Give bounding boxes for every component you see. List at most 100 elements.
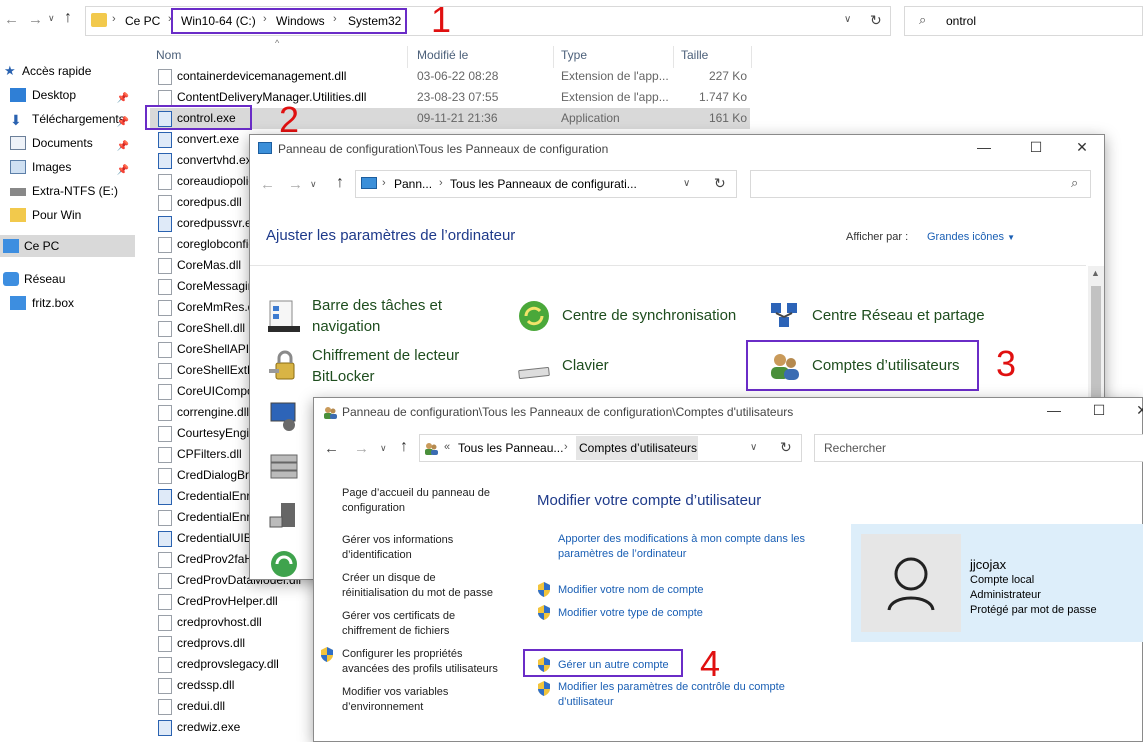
nav-item-telechargements[interactable]: ⬇ Téléchargements 📌 bbox=[0, 108, 135, 130]
cp-address-bar[interactable]: › Pann... › Tous les Panneaux de configu… bbox=[355, 170, 737, 198]
forward-arrow-icon[interactable]: → bbox=[28, 10, 43, 30]
refresh-icon[interactable]: ↻ bbox=[780, 439, 792, 456]
up-arrow-icon[interactable]: ↑ bbox=[400, 438, 408, 456]
address-dropdown-icon[interactable]: ∨ bbox=[844, 14, 851, 25]
link-change-account-type[interactable]: Modifier votre type de compte bbox=[558, 606, 703, 621]
explorer-search-box[interactable]: ⌕ ontrol bbox=[904, 6, 1143, 36]
folder-icon bbox=[91, 13, 107, 27]
minimize-icon[interactable]: — bbox=[1042, 402, 1066, 418]
back-arrow-icon[interactable]: ← bbox=[260, 175, 275, 195]
file-date: 09-11-21 21:36 bbox=[417, 111, 498, 125]
link-control-panel-home[interactable]: Page d’accueil du panneau de configuratio… bbox=[342, 486, 490, 516]
nav-item-fritz-box[interactable]: fritz.box bbox=[0, 292, 135, 314]
dll-file-icon bbox=[158, 174, 172, 190]
user-name: jjcojax bbox=[970, 557, 1007, 572]
nav-item-acces-rapide[interactable]: ★ Accès rapide bbox=[0, 60, 135, 82]
dll-file-icon bbox=[158, 426, 172, 442]
category-taskbar-navigation[interactable]: Barre des tâches et navigation bbox=[312, 295, 442, 337]
nav-item-pour-win[interactable]: Pour Win bbox=[0, 204, 135, 226]
back-arrow-icon[interactable]: ← bbox=[4, 10, 19, 30]
cp2-address-bar[interactable]: « Tous les Panneau... › Comptes d’utilis… bbox=[419, 434, 802, 462]
close-icon[interactable]: ✕ bbox=[1130, 402, 1143, 419]
cp-search-box[interactable]: ⌕ bbox=[750, 170, 1091, 198]
forward-arrow-icon[interactable]: → bbox=[288, 175, 303, 195]
close-icon[interactable]: ✕ bbox=[1070, 139, 1094, 156]
file-name: coredpus.dll bbox=[177, 195, 242, 209]
column-header-size[interactable]: Taille bbox=[681, 48, 708, 62]
link-change-account-name[interactable]: Modifier votre nom de compte bbox=[558, 583, 704, 598]
nav-item-label: Téléchargements bbox=[32, 112, 125, 126]
file-size: 1.747 Ko bbox=[698, 90, 747, 104]
breadcrumb-ce-pc[interactable]: Ce PC bbox=[125, 14, 160, 28]
link-change-in-settings[interactable]: Apporter des modifications à mon compte … bbox=[558, 532, 805, 562]
breadcrumb-tous[interactable]: Tous les Panneaux de configurati... bbox=[450, 177, 637, 191]
dll-file-icon bbox=[158, 552, 172, 568]
link-manage-credentials[interactable]: Gérer vos informations d’identification bbox=[342, 533, 453, 563]
address-dropdown-icon[interactable]: ∨ bbox=[683, 178, 690, 189]
nav-item-documents[interactable]: Documents 📌 bbox=[0, 132, 135, 154]
link-text: paramètres de l’ordinateur bbox=[558, 548, 687, 560]
maximize-icon[interactable]: ☐ bbox=[1024, 139, 1048, 156]
nav-item-label: Pour Win bbox=[32, 208, 82, 222]
column-header-modified[interactable]: Modifié le bbox=[417, 48, 468, 62]
address-dropdown-icon[interactable]: ∨ bbox=[750, 442, 757, 453]
forward-arrow-icon[interactable]: → bbox=[354, 439, 369, 459]
category-network-sharing-center[interactable]: Centre Réseau et partage bbox=[812, 305, 985, 326]
back-arrow-icon[interactable]: ← bbox=[324, 439, 339, 459]
breadcrumb-comptes[interactable]: Comptes d’utilisateurs bbox=[579, 441, 697, 455]
link-file-encryption-certificates[interactable]: Gérer vos certificats de chiffrement de f… bbox=[342, 609, 455, 639]
refresh-icon[interactable]: ↻ bbox=[870, 12, 882, 29]
application-file-icon bbox=[158, 720, 172, 736]
link-environment-variables[interactable]: Modifier vos variables d’environnement bbox=[342, 685, 448, 715]
view-by-value: Grandes icônes bbox=[927, 231, 1005, 243]
dll-file-icon bbox=[158, 363, 172, 379]
file-name: CPFilters.dll bbox=[177, 447, 242, 461]
cp2-search-box[interactable]: Rechercher bbox=[814, 434, 1143, 462]
breadcrumb-separator-icon: › bbox=[112, 13, 116, 25]
category-label: Centre Réseau et partage bbox=[812, 307, 985, 324]
dll-file-icon bbox=[158, 90, 172, 106]
file-name: credprovslegacy.dll bbox=[177, 657, 279, 671]
network-monitor-icon bbox=[267, 399, 301, 433]
minimize-icon[interactable]: — bbox=[972, 139, 996, 155]
refresh-icon[interactable]: ↻ bbox=[714, 175, 726, 192]
recent-chevron-icon[interactable]: ∨ bbox=[310, 179, 317, 190]
file-name: convert.exe bbox=[177, 132, 240, 146]
nav-item-reseau[interactable]: Réseau bbox=[0, 268, 135, 290]
recent-chevron-icon[interactable]: ∨ bbox=[380, 443, 387, 454]
breadcrumb-separator-icon: › bbox=[564, 441, 568, 453]
up-arrow-icon[interactable]: ↑ bbox=[336, 174, 344, 192]
breadcrumb-tous[interactable]: Tous les Panneau... bbox=[458, 441, 563, 455]
dll-file-icon bbox=[158, 384, 172, 400]
download-icon: ⬇ bbox=[10, 112, 22, 128]
uac-shield-icon bbox=[321, 647, 333, 662]
category-sync-center[interactable]: Centre de synchronisation bbox=[562, 305, 736, 326]
column-header-type[interactable]: Type bbox=[561, 48, 587, 62]
scroll-up-icon[interactable]: ▲ bbox=[1091, 268, 1100, 278]
nav-item-ce-pc[interactable]: Ce PC bbox=[0, 235, 135, 257]
column-separator[interactable] bbox=[553, 46, 554, 68]
up-arrow-icon[interactable]: ↑ bbox=[64, 9, 72, 27]
link-password-reset-disk[interactable]: Créer un disque de réinitialisation du mo… bbox=[342, 571, 493, 601]
file-row[interactable]: containerdevicemanagement.dll 03-06-22 08… bbox=[150, 66, 750, 87]
column-separator[interactable] bbox=[751, 46, 752, 68]
category-keyboard[interactable]: Clavier bbox=[562, 355, 609, 376]
column-separator[interactable] bbox=[407, 46, 408, 68]
link-uac-settings[interactable]: Modifier les paramètres de contrôle du c… bbox=[558, 680, 785, 710]
category-bitlocker[interactable]: Chiffrement de lecteur BitLocker bbox=[312, 345, 459, 387]
nav-item-label: Ce PC bbox=[24, 239, 60, 253]
nav-item-desktop[interactable]: Desktop 📌 bbox=[0, 84, 135, 106]
link-advanced-profile-properties[interactable]: Configurer les propriétés avancées des pr… bbox=[342, 647, 498, 677]
drive-icon bbox=[10, 188, 26, 196]
view-by-dropdown[interactable]: Grandes icônes ▼ bbox=[927, 231, 1015, 243]
breadcrumb-panneau[interactable]: Pann... bbox=[394, 177, 432, 191]
column-separator[interactable] bbox=[673, 46, 674, 68]
category-label: Chiffrement de lecteur bbox=[312, 347, 460, 364]
nav-item-extra-ntfs[interactable]: Extra-NTFS (E:) bbox=[0, 180, 135, 202]
maximize-icon[interactable]: ☐ bbox=[1087, 402, 1111, 419]
breadcrumb-overflow-icon[interactable]: « bbox=[444, 441, 450, 453]
column-header-name[interactable]: Nom bbox=[156, 48, 181, 62]
recent-chevron-icon[interactable]: ∨ bbox=[48, 13, 55, 24]
link-text: d’identification bbox=[342, 549, 412, 561]
nav-item-images[interactable]: Images 📌 bbox=[0, 156, 135, 178]
